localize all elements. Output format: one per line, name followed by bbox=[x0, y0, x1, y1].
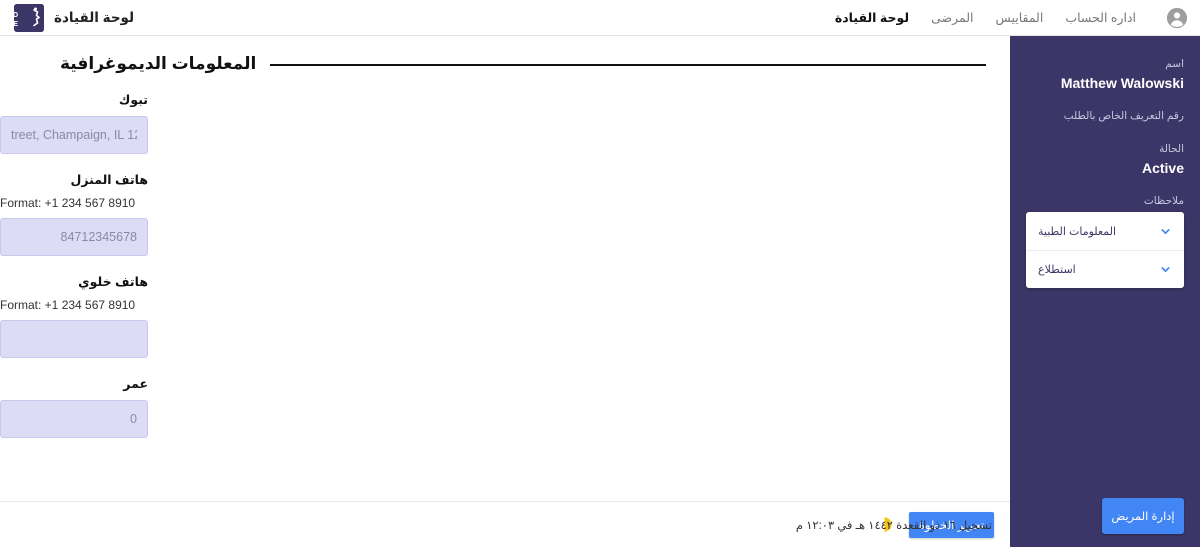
nav-item-dashboard[interactable]: لوحة القيادة bbox=[835, 10, 909, 25]
status-badge: Active bbox=[1141, 159, 1184, 176]
app-logo-icon: 3D 4ME bbox=[14, 3, 44, 32]
footer-timestamp-wrap: تسجيل ١٦ ذو القعدة ١٤٤٢ هـ في ١٢:٠٣ م bbox=[796, 502, 1010, 547]
brand-area: لوحة القيادة 3D 4ME bbox=[14, 3, 135, 32]
app-root: اداره الحساب المقاييس المرضى لوحة القياد… bbox=[0, 0, 1200, 547]
patient-management-button[interactable]: إدارة المريض bbox=[1102, 498, 1184, 534]
chevron-down-icon[interactable] bbox=[1159, 263, 1172, 276]
svg-text:3D: 3D bbox=[14, 12, 18, 19]
nav-item-account-management[interactable]: اداره الحساب bbox=[1065, 10, 1136, 25]
field-address: تبوك bbox=[0, 92, 148, 154]
accordion-item-medical-info[interactable]: المعلومات الطبية bbox=[1026, 212, 1184, 250]
nav-item-metrics[interactable]: المقاييس bbox=[996, 10, 1044, 25]
sidebar-name-block: اسم Matthew Walowski bbox=[1026, 58, 1184, 93]
sidebar-name-value: Matthew Walowski bbox=[1060, 74, 1184, 91]
field-home-phone-label: هاتف المنزل bbox=[70, 173, 149, 187]
address-input[interactable] bbox=[0, 116, 148, 154]
age-input[interactable] bbox=[0, 400, 148, 438]
field-age-label: عمر bbox=[123, 377, 148, 391]
accordion-item-survey-label: استطلاع bbox=[1038, 264, 1076, 277]
demographics-form: تبوك هاتف المنزل Format: +1 234 567 8910… bbox=[0, 92, 1010, 438]
cell-phone-input[interactable] bbox=[0, 320, 148, 358]
field-age: عمر bbox=[0, 376, 148, 438]
field-cell-phone-label: هاتف خلوي bbox=[78, 275, 148, 289]
field-cell-phone: هاتف خلوي Format: +1 234 567 8910 bbox=[0, 274, 148, 358]
sidebar-notes-block: ملاحظات bbox=[1026, 195, 1184, 209]
patient-sidebar: اسم Matthew Walowski رقم التعريف الخاص ب… bbox=[1010, 36, 1200, 547]
footer-timestamp: تسجيل ١٦ ذو القعدة ١٤٤٢ هـ في ١٢:٠٣ م bbox=[795, 519, 992, 532]
sidebar-name-label: اسم bbox=[1165, 58, 1184, 70]
sidebar-order-id-label: رقم التعريف الخاص بالطلب bbox=[1063, 109, 1184, 122]
page-title: المعلومات الديموغرافية bbox=[60, 54, 257, 73]
sidebar-status-label: الحالة bbox=[1159, 143, 1184, 156]
home-phone-input[interactable] bbox=[0, 218, 148, 256]
chevron-down-icon[interactable] bbox=[1159, 225, 1172, 238]
account-circle-icon[interactable] bbox=[1166, 7, 1188, 29]
page-header: المعلومات الديموغرافية bbox=[0, 54, 1010, 74]
top-navigation-bar: اداره الحساب المقاييس المرضى لوحة القياد… bbox=[0, 0, 1200, 36]
main-content: المعلومات الديموغرافية تبوك هاتف المنزل … bbox=[0, 36, 1010, 502]
brand-title: لوحة القيادة bbox=[54, 9, 135, 25]
bottom-action-bar: تحرير الخطوة تسجيل ١٦ ذو القعدة ١٤٤٢ هـ … bbox=[0, 501, 1010, 547]
field-home-phone-hint: Format: +1 234 567 8910 bbox=[0, 196, 136, 210]
sidebar-status-block: الحالة Active bbox=[1026, 143, 1184, 178]
field-home-phone: هاتف المنزل Format: +1 234 567 8910 bbox=[0, 172, 148, 256]
sidebar-notes-label: ملاحظات bbox=[1143, 194, 1184, 207]
sidebar-order-id-block: رقم التعريف الخاص بالطلب bbox=[1026, 110, 1184, 124]
svg-text:4ME: 4ME bbox=[14, 21, 18, 28]
field-address-label: تبوك bbox=[118, 93, 148, 107]
nav-menu: اداره الحساب المقاييس المرضى لوحة القياد… bbox=[835, 7, 1192, 29]
sidebar-accordion: المعلومات الطبية استطلاع bbox=[1026, 212, 1184, 289]
nav-item-patients[interactable]: المرضى bbox=[931, 10, 973, 25]
field-cell-phone-hint: Format: +1 234 567 8910 bbox=[0, 298, 136, 312]
accordion-item-survey[interactable]: استطلاع bbox=[1026, 250, 1184, 288]
accordion-item-medical-info-label: المعلومات الطبية bbox=[1038, 225, 1117, 238]
header-divider bbox=[270, 64, 986, 66]
